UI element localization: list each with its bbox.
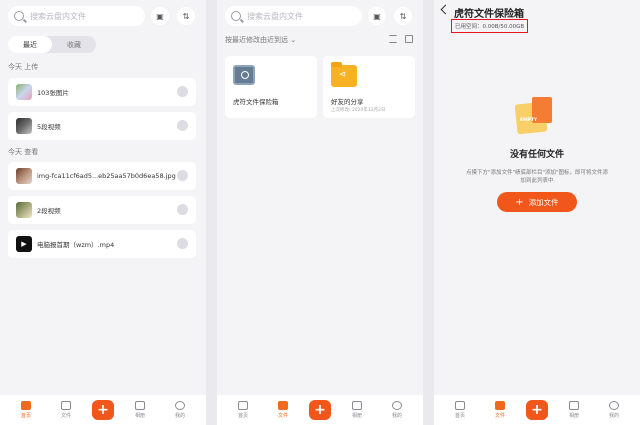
tab-profile[interactable]: 我的 (600, 401, 628, 419)
list-item[interactable]: img-fca11cf6ad5...eb25aa57b0d6ea58.jpg (8, 162, 196, 190)
album-icon (135, 401, 145, 410)
folder-card-safe[interactable]: 虎符文件保险箱 (225, 56, 317, 118)
home-icon (455, 401, 465, 410)
shared-folder-icon: ⋖ (331, 62, 357, 87)
bottom-tab-bar: 首页 文件 + 相册 我的 (0, 395, 206, 425)
folder-icon (278, 401, 288, 410)
search-bar[interactable]: 搜索云盘内文件 (225, 6, 362, 26)
add-file-button[interactable]: + 添加文件 (497, 192, 577, 212)
recent-screen: 搜索云盘内文件 ▣ ⇅ 最近 收藏 今天 上传 103张图片 5段视频 今天 查… (0, 0, 206, 425)
video-thumbnail (16, 202, 32, 218)
sort-icon[interactable]: ⇅ (177, 7, 195, 25)
list-item[interactable]: 2段视频 (8, 196, 196, 224)
bottom-tab-bar: 首页 文件 + 相册 我的 (434, 395, 640, 425)
user-icon (609, 401, 619, 410)
add-file-label: 添加文件 (528, 197, 559, 207)
tab-album[interactable]: 相册 (126, 401, 154, 419)
safe-box-icon (233, 65, 255, 85)
album-icon (352, 401, 362, 410)
item-name: 2段视频 (37, 207, 61, 215)
home-icon (238, 401, 248, 410)
page-title: 虎符文件保险箱 (454, 9, 524, 20)
files-screen: 搜索云盘内文件 ▣ ⇅ 按最近修改由近到远 ⌄ 虎符文件保险箱 ⋖ 好友的分享 … (217, 0, 423, 425)
item-name: 电脑报首期（wzm）.mp4 (37, 241, 115, 249)
image-thumbnail (16, 168, 32, 184)
folder-card-shared[interactable]: ⋖ 好友的分享 上次修改: 2020年12月2日 (323, 56, 415, 118)
home-icon (21, 401, 31, 410)
item-name: 103张图片 (37, 89, 69, 97)
more-icon[interactable] (177, 204, 188, 215)
item-name: 5段视频 (37, 123, 61, 131)
folder-icon (61, 401, 71, 410)
item-name: img-fca11cf6ad5...eb25aa57b0d6ea58.jpg (37, 172, 176, 180)
scan-icon[interactable]: ▣ (368, 7, 386, 25)
tab-files[interactable]: 文件 (52, 401, 80, 419)
storage-usage: 已用空间：0.00B/50.00GB (451, 19, 529, 33)
tab-profile[interactable]: 我的 (383, 401, 411, 419)
more-icon[interactable] (177, 120, 188, 131)
empty-box-icon: EMPTY (514, 97, 558, 135)
tab-home[interactable]: 首页 (446, 401, 474, 419)
list-item[interactable]: 103张图片 (8, 78, 196, 106)
empty-hint: 点摸下方"添加文件"绩底部栏目"添加"图标，即可将文件添加到此列表中 (465, 170, 609, 184)
search-placeholder: 搜索云盘内文件 (30, 11, 86, 21)
select-icon[interactable] (405, 35, 413, 43)
recent-fav-toggle: 最近 收藏 (8, 36, 96, 53)
tab-home[interactable]: 首页 (12, 401, 40, 419)
list-view-icon[interactable] (389, 35, 397, 43)
section-upload-title: 今天 上传 (8, 63, 39, 71)
folder-icon (495, 401, 505, 410)
tab-favorites[interactable]: 收藏 (52, 36, 96, 53)
image-thumbnail (16, 84, 32, 100)
plus-icon: + (515, 196, 524, 208)
safe-box-screen: 虎符文件保险箱 已用空间：0.00B/50.00GB EMPTY 没有任何文件 … (434, 0, 640, 425)
tab-recent[interactable]: 最近 (8, 36, 52, 53)
tab-profile[interactable]: 我的 (166, 401, 194, 419)
folder-name: 虎符文件保险箱 (233, 98, 279, 106)
folder-modified: 上次修改: 2020年12月2日 (331, 108, 386, 113)
search-bar[interactable]: 搜索云盘内文件 (8, 6, 145, 26)
search-icon (14, 11, 24, 21)
list-item[interactable]: 5段视频 (8, 112, 196, 140)
more-icon[interactable] (177, 170, 188, 181)
bottom-tab-bar: 首页 文件 + 相册 我的 (217, 395, 423, 425)
tab-album[interactable]: 相册 (560, 401, 588, 419)
search-icon (231, 11, 241, 21)
search-placeholder: 搜索云盘内文件 (247, 11, 303, 21)
more-icon[interactable] (177, 86, 188, 97)
add-button[interactable]: + (309, 400, 331, 420)
video-file-icon: ▶ (16, 236, 32, 252)
sort-icon[interactable]: ⇅ (394, 7, 412, 25)
scan-icon[interactable]: ▣ (151, 7, 169, 25)
list-item[interactable]: ▶ 电脑报首期（wzm）.mp4 (8, 230, 196, 258)
section-view-title: 今天 查看 (8, 148, 39, 156)
tab-files[interactable]: 文件 (269, 401, 297, 419)
more-icon[interactable] (177, 238, 188, 249)
folder-name: 好友的分享 (331, 98, 364, 106)
tab-files[interactable]: 文件 (486, 401, 514, 419)
video-thumbnail (16, 118, 32, 134)
back-icon[interactable] (440, 4, 451, 15)
user-icon (392, 401, 402, 410)
empty-title: 没有任何文件 (509, 150, 564, 160)
tab-album[interactable]: 相册 (343, 401, 371, 419)
tab-home[interactable]: 首页 (229, 401, 257, 419)
sort-dropdown[interactable]: 按最近修改由近到远 ⌄ (225, 35, 296, 45)
add-button[interactable]: + (92, 400, 114, 420)
add-button[interactable]: + (526, 400, 548, 420)
screenshot-stage: 搜索云盘内文件 ▣ ⇅ 最近 收藏 今天 上传 103张图片 5段视频 今天 查… (0, 0, 640, 425)
user-icon (175, 401, 185, 410)
album-icon (569, 401, 579, 410)
empty-art-label: EMPTY (520, 118, 538, 123)
